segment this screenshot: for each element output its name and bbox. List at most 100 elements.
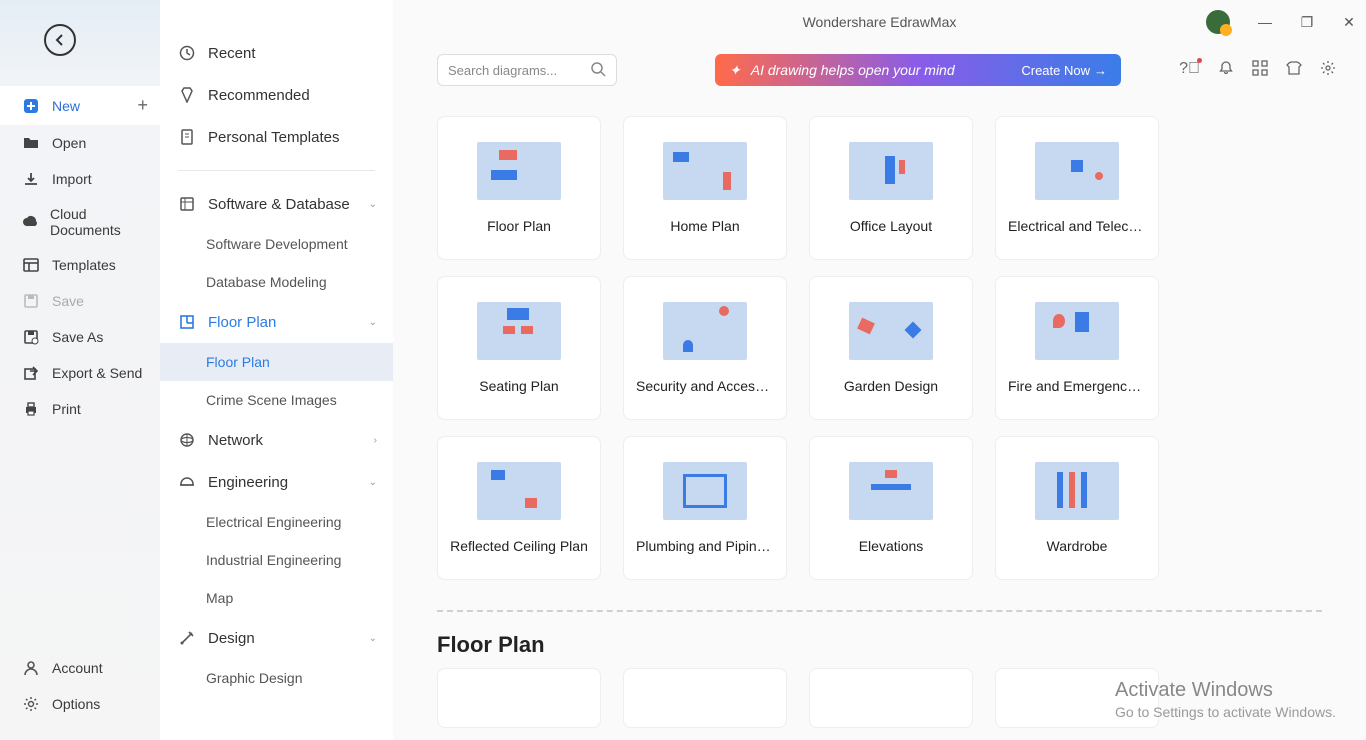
ai-banner[interactable]: ✦ AI drawing helps open your mind Create… [715, 54, 1121, 86]
chevron-icon: ⌄ [369, 199, 377, 210]
gear-icon [22, 695, 40, 713]
category-sidebar: RecentRecommendedPersonal Templates Softw… [160, 0, 393, 740]
download-icon [22, 170, 40, 188]
template-card[interactable]: Floor Plan [437, 116, 601, 260]
template-card[interactable]: Seating Plan [437, 276, 601, 420]
chevron-icon: ⌄ [369, 477, 377, 488]
template-label: Fire and Emergency P... [1002, 378, 1152, 394]
template-card[interactable]: Electrical and Telecom... [995, 116, 1159, 260]
template-label: Home Plan [664, 218, 745, 234]
app-title: Wondershare EdrawMax [803, 14, 957, 30]
file-menu-import[interactable]: Import [0, 161, 160, 197]
template-card[interactable]: Plumbing and Piping ... [623, 436, 787, 580]
file-menu-open[interactable]: Open [0, 125, 160, 161]
print-icon [22, 400, 40, 418]
back-button[interactable] [44, 24, 76, 56]
template-label: Seating Plan [473, 378, 564, 394]
folder-icon [22, 134, 40, 152]
saveas-icon [22, 328, 40, 346]
template-card[interactable]: Reflected Ceiling Plan [437, 436, 601, 580]
bell-icon[interactable] [1218, 60, 1234, 81]
category-sub-item[interactable]: Software Development [160, 225, 393, 263]
template-preview[interactable] [437, 668, 601, 728]
template-thumbnail [849, 462, 933, 520]
category-floorplan[interactable]: Floor Plan⌄ [160, 301, 393, 343]
template-thumbnail [1035, 462, 1119, 520]
user-avatar[interactable] [1206, 10, 1230, 34]
file-sidebar: New+OpenImportCloud DocumentsTemplatesSa… [0, 0, 160, 740]
apps-icon[interactable] [1252, 60, 1268, 81]
file-menu: New+OpenImportCloud DocumentsTemplatesSa… [0, 86, 160, 650]
template-thumbnail [663, 462, 747, 520]
file-menu-cloud[interactable]: Cloud Documents [0, 197, 160, 247]
file-menu-export[interactable]: Export & Send [0, 355, 160, 391]
template-preview[interactable] [809, 668, 973, 728]
template-card[interactable]: Wardrobe [995, 436, 1159, 580]
category-sub-item[interactable]: Floor Plan [160, 343, 393, 381]
category-design[interactable]: Design⌄ [160, 617, 393, 659]
maximize-button[interactable]: ❐ [1300, 14, 1314, 31]
template-card[interactable]: Home Plan [623, 116, 787, 260]
category-sub-item[interactable]: Map [160, 579, 393, 617]
file-menu-save[interactable]: Save [0, 283, 160, 319]
category-engineering[interactable]: Engineering⌄ [160, 461, 393, 503]
template-thumbnail [663, 142, 747, 200]
minimize-button[interactable]: — [1258, 14, 1272, 30]
category-sub-item[interactable]: Graphic Design [160, 659, 393, 697]
save-icon [22, 292, 40, 310]
close-button[interactable]: ✕ [1342, 14, 1356, 31]
file-menu-saveas[interactable]: Save As [0, 319, 160, 355]
file-menu-new[interactable]: New+ [0, 86, 160, 125]
template-label: Garden Design [838, 378, 944, 394]
file-menu-templates[interactable]: Templates [0, 247, 160, 283]
titlebar: Wondershare EdrawMax — ❐ ✕ [393, 0, 1366, 44]
template-label: Security and Access P... [630, 378, 780, 394]
search-icon [590, 61, 606, 80]
ai-banner-text: AI drawing helps open your mind [751, 62, 955, 78]
template-card[interactable]: Garden Design [809, 276, 973, 420]
chevron-icon: ⌄ [369, 317, 377, 328]
template-label: Reflected Ceiling Plan [444, 538, 594, 554]
file-menu-account[interactable]: Account [0, 650, 160, 686]
template-label: Wardrobe [1041, 538, 1114, 554]
design-icon [178, 629, 196, 647]
tshirt-icon[interactable] [1286, 60, 1302, 81]
window-controls: — ❐ ✕ [1206, 10, 1356, 34]
activation-watermark: Activate Windows Go to Settings to activ… [1115, 679, 1336, 720]
template-thumbnail [1035, 142, 1119, 200]
file-icon [178, 128, 196, 146]
badge-icon [178, 86, 196, 104]
net-icon [178, 431, 196, 449]
section-title: Floor Plan [393, 612, 1366, 668]
template-label: Plumbing and Piping ... [630, 538, 780, 554]
ai-banner-cta: Create Now → [1021, 63, 1107, 78]
category-recommended[interactable]: Recommended [160, 74, 393, 116]
gear-icon[interactable] [1320, 60, 1336, 81]
template-label: Elevations [853, 538, 930, 554]
template-thumbnail [477, 302, 561, 360]
template-thumbnail [849, 142, 933, 200]
category-sub-item[interactable]: Crime Scene Images [160, 381, 393, 419]
category-sub-item[interactable]: Industrial Engineering [160, 541, 393, 579]
category-sub-item[interactable]: Database Modeling [160, 263, 393, 301]
template-card[interactable]: Security and Access P... [623, 276, 787, 420]
toolbar: Search diagrams... ✦ AI drawing helps op… [393, 44, 1366, 96]
category-recent[interactable]: Recent [160, 32, 393, 74]
category-software[interactable]: Software & Database⌄ [160, 183, 393, 225]
category-sub-item[interactable]: Electrical Engineering [160, 503, 393, 541]
search-input[interactable]: Search diagrams... [437, 54, 617, 86]
search-placeholder: Search diagrams... [448, 63, 557, 78]
template-preview[interactable] [623, 668, 787, 728]
help-icon[interactable]: ?⃝ [1179, 60, 1200, 81]
category-network[interactable]: Network› [160, 419, 393, 461]
template-card[interactable]: Fire and Emergency P... [995, 276, 1159, 420]
template-thumbnail [1035, 302, 1119, 360]
plus-icon: + [137, 95, 148, 116]
template-card[interactable]: Elevations [809, 436, 973, 580]
file-menu-options[interactable]: Options [0, 686, 160, 722]
category-personal[interactable]: Personal Templates [160, 116, 393, 158]
template-thumbnail [663, 302, 747, 360]
helmet-icon [178, 473, 196, 491]
template-card[interactable]: Office Layout [809, 116, 973, 260]
file-menu-print[interactable]: Print [0, 391, 160, 427]
